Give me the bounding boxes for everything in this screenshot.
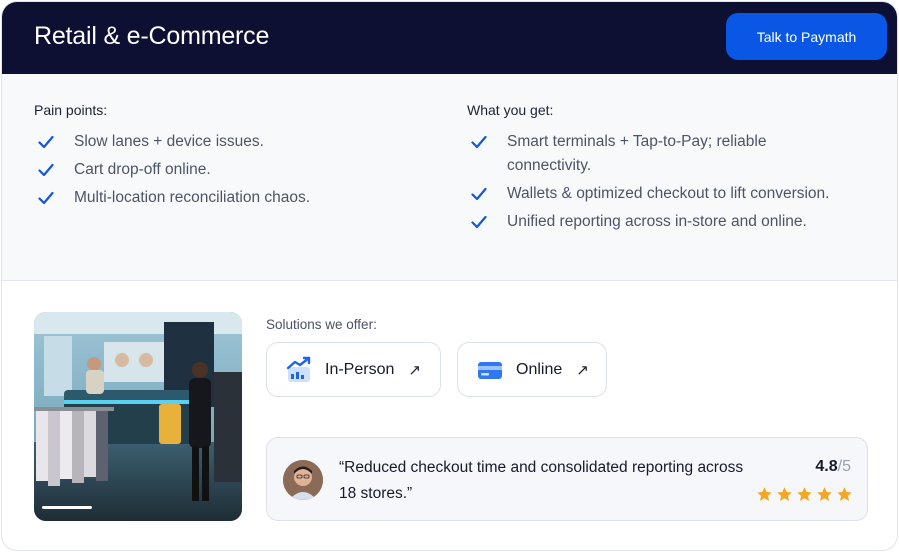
- store-photo: [34, 312, 242, 521]
- testimonial-card: “Reduced checkout time and consolidated …: [266, 437, 868, 521]
- rating-max: /5: [837, 458, 851, 475]
- star-rating: [756, 486, 853, 503]
- list-item-text: Slow lanes + device issues.: [74, 133, 264, 150]
- list-item: Smart terminals + Tap-to-Pay; reliable c…: [469, 130, 837, 178]
- list-item-text: Smart terminals + Tap-to-Pay; reliable c…: [507, 133, 767, 174]
- arrow-up-right-icon: ↗: [408, 361, 421, 379]
- online-solution-button[interactable]: Online ↗: [457, 342, 607, 397]
- list-item-text: Unified reporting across in-store and on…: [507, 213, 807, 230]
- benefits-list: Smart terminals + Tap-to-Pay; reliable c…: [469, 130, 869, 238]
- list-item: Unified reporting across in-store and on…: [469, 210, 869, 234]
- in-person-solution-button[interactable]: In-Person ↗: [266, 342, 441, 397]
- pain-points-title: Pain points:: [34, 102, 108, 118]
- online-label: Online: [516, 360, 563, 378]
- benefits-title: What you get:: [467, 102, 554, 118]
- list-item-text: Wallets & optimized checkout to lift con…: [507, 185, 830, 202]
- check-icon: [471, 135, 487, 149]
- solutions-title: Solutions we offer:: [266, 317, 377, 332]
- retail-solution-card: Retail & e-Commerce Talk to Paymath Pain…: [1, 1, 898, 551]
- in-person-label: In-Person: [325, 360, 395, 378]
- points-section: Pain points: Slow lanes + device issues.…: [2, 74, 897, 281]
- check-icon: [38, 191, 54, 205]
- star-icon: [837, 487, 852, 501]
- star-icon: [797, 487, 812, 501]
- rating-value: 4.8: [815, 458, 838, 475]
- arrow-up-right-icon: ↗: [576, 361, 589, 379]
- list-item: Multi-location reconciliation chaos.: [36, 186, 416, 210]
- talk-to-paymath-button[interactable]: Talk to Paymath: [726, 13, 887, 60]
- chart-terminal-icon: [286, 356, 311, 382]
- card-title: Retail & e-Commerce: [34, 22, 270, 50]
- list-item-text: Cart drop-off online.: [74, 161, 211, 178]
- testimonial-quote: “Reduced checkout time and consolidated …: [339, 459, 744, 502]
- pain-points-list: Slow lanes + device issues. Cart drop-of…: [36, 130, 416, 214]
- star-icon: [817, 487, 832, 501]
- card-icon: [478, 361, 502, 379]
- store-photo-illustration: [34, 312, 242, 521]
- star-icon: [757, 487, 772, 501]
- card-header: Retail & e-Commerce Talk to Paymath: [2, 2, 897, 74]
- check-icon: [38, 163, 54, 177]
- list-item: Cart drop-off online.: [36, 158, 416, 182]
- check-icon: [38, 135, 54, 149]
- list-item-text: Multi-location reconciliation chaos.: [74, 189, 311, 206]
- list-item: Wallets & optimized checkout to lift con…: [469, 182, 869, 206]
- avatar: [283, 460, 323, 500]
- check-icon: [471, 187, 487, 201]
- star-icon: [777, 487, 792, 501]
- list-item: Slow lanes + device issues.: [36, 130, 416, 154]
- check-icon: [471, 215, 487, 229]
- rating: 4.8/5: [815, 458, 851, 476]
